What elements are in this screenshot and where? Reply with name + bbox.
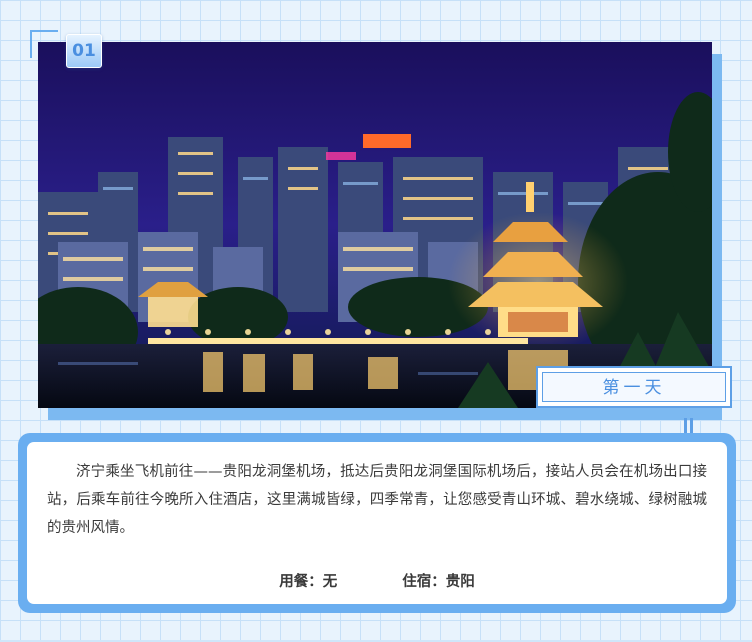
lodging-value: 贵阳 — [445, 574, 475, 590]
itinerary-card: 济宁乘坐飞机前往——贵阳龙洞堡机场，抵达后贵阳龙洞堡国际机场后，接站人员会在机场… — [18, 433, 736, 613]
day-label-box: 第一天 — [536, 366, 732, 408]
day-number-badge: 01 — [66, 34, 102, 68]
meals-label: 用餐： — [279, 574, 323, 590]
itinerary-card-body: 济宁乘坐飞机前往——贵阳龙洞堡机场，抵达后贵阳龙洞堡国际机场后，接站人员会在机场… — [27, 442, 727, 604]
day-label: 第一天 — [542, 372, 726, 402]
photo-illustration — [38, 42, 712, 408]
lodging-label: 住宿： — [402, 574, 446, 590]
night-city-photo — [38, 42, 712, 408]
lodging-info: 住宿：贵阳 — [402, 570, 475, 591]
corner-bracket-left — [30, 30, 32, 58]
itinerary-meta: 用餐：无 住宿：贵阳 — [27, 570, 727, 591]
itinerary-description: 济宁乘坐飞机前往——贵阳龙洞堡机场，抵达后贵阳龙洞堡国际机场后，接站人员会在机场… — [47, 464, 707, 536]
meals-info: 用餐：无 — [279, 570, 337, 591]
meals-value: 无 — [322, 574, 338, 590]
corner-bracket-top — [30, 30, 58, 32]
